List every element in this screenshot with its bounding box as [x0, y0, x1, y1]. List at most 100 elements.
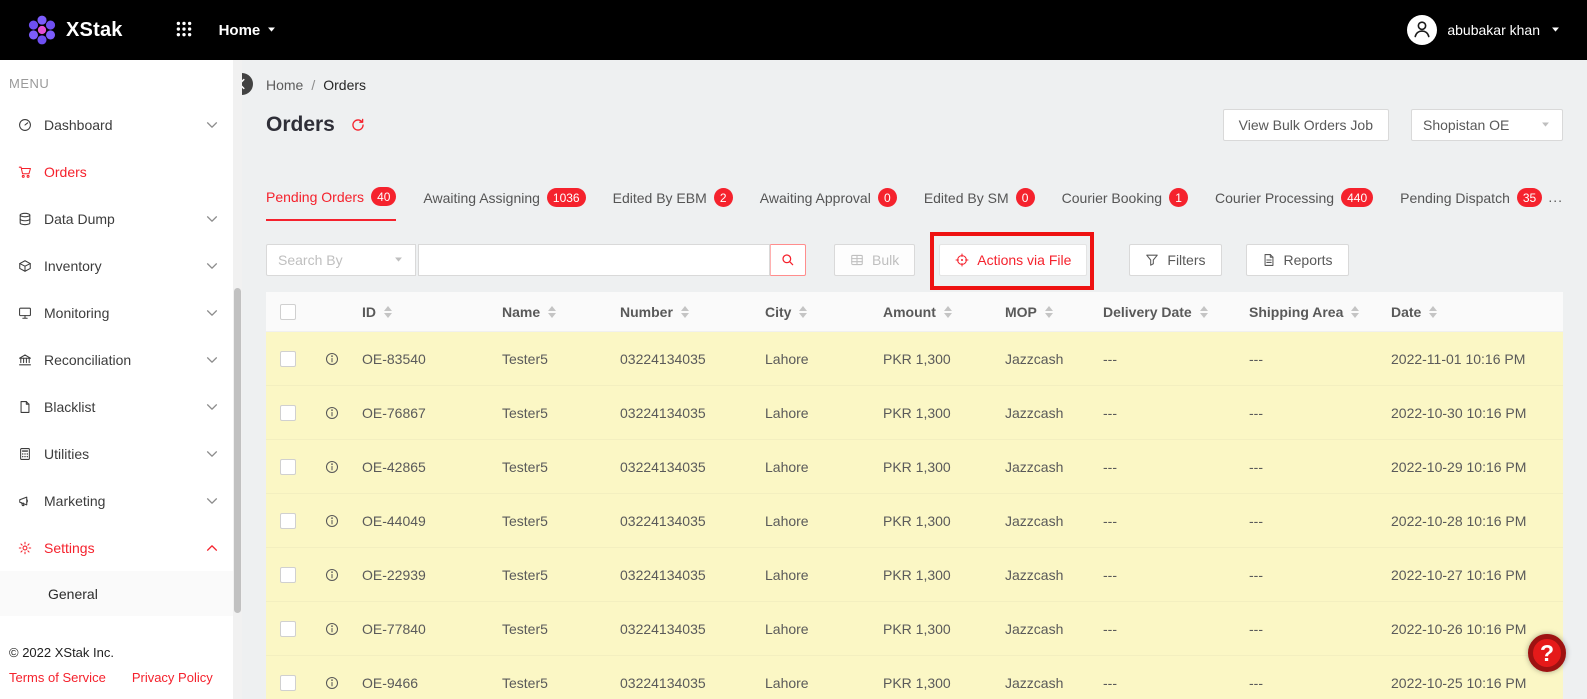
column-header-shipping-area[interactable]: Shipping Area: [1241, 304, 1383, 320]
sidebar-item-data-dump[interactable]: Data Dump: [0, 195, 233, 242]
table-row[interactable]: OE-44049 Tester5 03224134035 Lahore PKR …: [266, 494, 1563, 548]
cell-number: 03224134035: [612, 621, 757, 637]
sidebar-item-monitoring[interactable]: Monitoring: [0, 289, 233, 336]
privacy-policy-link[interactable]: Privacy Policy: [132, 670, 213, 685]
tab-courier-booking[interactable]: Courier Booking 1: [1062, 187, 1188, 221]
search-input[interactable]: [418, 244, 770, 276]
bulk-icon: [850, 253, 864, 267]
table-row[interactable]: OE-22939 Tester5 03224134035 Lahore PKR …: [266, 548, 1563, 602]
topnav-home[interactable]: Home: [219, 22, 278, 39]
info-icon[interactable]: [325, 514, 339, 528]
tab-awaiting-approval[interactable]: Awaiting Approval 0: [760, 187, 897, 221]
cell-shipping-area: ---: [1241, 351, 1383, 367]
view-bulk-orders-job-button[interactable]: View Bulk Orders Job: [1223, 109, 1389, 141]
row-checkbox[interactable]: [280, 675, 296, 691]
sidebar-item-settings[interactable]: Settings: [0, 524, 233, 571]
row-checkbox[interactable]: [280, 513, 296, 529]
table-row[interactable]: OE-76867 Tester5 03224134035 Lahore PKR …: [266, 386, 1563, 440]
row-checkbox[interactable]: [280, 459, 296, 475]
info-icon[interactable]: [325, 622, 339, 636]
column-header-city[interactable]: City: [757, 304, 875, 320]
store-selector[interactable]: Shopistan OE: [1411, 109, 1563, 141]
refresh-icon[interactable]: [351, 118, 365, 132]
tab-edited-by-ebm[interactable]: Edited By EBM 2: [613, 187, 733, 221]
bulk-button[interactable]: Bulk: [834, 244, 915, 276]
sidebar-item-icon: [18, 212, 32, 226]
store-selector-value: Shopistan OE: [1423, 117, 1509, 133]
sidebar-subitem-general[interactable]: General: [0, 571, 233, 616]
column-header-date[interactable]: Date: [1383, 304, 1563, 320]
column-header-name[interactable]: Name: [494, 304, 612, 320]
row-checkbox[interactable]: [280, 351, 296, 367]
chevron-icon: [205, 400, 219, 414]
actions-via-file-button[interactable]: Actions via File: [939, 244, 1087, 276]
user-menu[interactable]: abubakar khan: [1407, 15, 1561, 45]
cell-city: Lahore: [757, 459, 875, 475]
target-icon: [955, 253, 969, 267]
sidebar-item-utilities[interactable]: Utilities: [0, 430, 233, 477]
table-row[interactable]: OE-77840 Tester5 03224134035 Lahore PKR …: [266, 602, 1563, 656]
search-by-select[interactable]: Search By: [266, 244, 416, 276]
breadcrumb: Home / Orders: [266, 73, 1563, 97]
reports-button[interactable]: Reports: [1246, 244, 1349, 276]
tab-edited-by-sm[interactable]: Edited By SM 0: [924, 187, 1035, 221]
help-button[interactable]: ?: [1528, 634, 1566, 672]
info-icon[interactable]: [325, 568, 339, 582]
cell-shipping-area: ---: [1241, 675, 1383, 691]
info-icon[interactable]: [325, 460, 339, 474]
table-header-row: ID Name Number City Amount MOP Delivery …: [266, 292, 1563, 332]
sidebar-item-label: Data Dump: [44, 211, 193, 227]
info-icon[interactable]: [325, 406, 339, 420]
tab-label: Edited By SM: [924, 190, 1009, 206]
info-icon[interactable]: [325, 676, 339, 690]
row-checkbox[interactable]: [280, 621, 296, 637]
breadcrumb-home[interactable]: Home: [266, 77, 303, 93]
search-icon: [781, 253, 794, 266]
sidebar-item-label: Orders: [44, 164, 219, 180]
page-header: Orders View Bulk Orders Job Shopistan OE: [266, 107, 1563, 143]
scrollbar-thumb[interactable]: [234, 288, 241, 613]
row-checkbox[interactable]: [280, 405, 296, 421]
terms-of-service-link[interactable]: Terms of Service: [9, 670, 106, 685]
cell-number: 03224134035: [612, 351, 757, 367]
cell-id: OE-9466: [354, 675, 494, 691]
column-header-mop[interactable]: MOP: [997, 304, 1095, 320]
table-toolbar: Search By Bulk Actions via File: [266, 243, 1563, 277]
table-body: OE-83540 Tester5 03224134035 Lahore PKR …: [266, 332, 1563, 699]
cell-mop: Jazzcash: [997, 513, 1095, 529]
tab-courier-processing[interactable]: Courier Processing 440: [1215, 187, 1373, 221]
sidebar-submenu: General: [0, 571, 233, 616]
table-row[interactable]: OE-9466 Tester5 03224134035 Lahore PKR 1…: [266, 656, 1563, 699]
tab-pending-dispatch[interactable]: Pending Dispatch 35: [1400, 187, 1542, 221]
sidebar-item-dashboard[interactable]: Dashboard: [0, 101, 233, 148]
sidebar-item-marketing[interactable]: Marketing: [0, 477, 233, 524]
more-tabs-button[interactable]: ...: [1542, 189, 1563, 205]
search-button[interactable]: [770, 244, 806, 276]
tab-awaiting-assigning[interactable]: Awaiting Assigning 1036: [423, 187, 585, 221]
table-row[interactable]: OE-83540 Tester5 03224134035 Lahore PKR …: [266, 332, 1563, 386]
filters-button[interactable]: Filters: [1129, 244, 1221, 276]
row-checkbox[interactable]: [280, 567, 296, 583]
column-header-number[interactable]: Number: [612, 304, 757, 320]
sidebar-item-icon: [18, 118, 32, 132]
main-content: Home / Orders Orders View Bulk Orders Jo…: [242, 60, 1587, 699]
sidebar-item-orders[interactable]: Orders: [0, 148, 233, 195]
table-row[interactable]: OE-42865 Tester5 03224134035 Lahore PKR …: [266, 440, 1563, 494]
sidebar-scrollbar: [233, 60, 242, 699]
cell-id: OE-42865: [354, 459, 494, 475]
column-header-amount[interactable]: Amount: [875, 304, 997, 320]
cell-id: OE-22939: [354, 567, 494, 583]
collapse-sidebar-button[interactable]: [242, 73, 253, 95]
select-all-checkbox[interactable]: [280, 304, 296, 320]
tab-pending-orders[interactable]: Pending Orders 40: [266, 187, 396, 221]
info-icon[interactable]: [325, 352, 339, 366]
sidebar-item-blacklist[interactable]: Blacklist: [0, 383, 233, 430]
column-header-id[interactable]: ID: [354, 304, 494, 320]
sidebar-item-icon: [18, 306, 32, 320]
sidebar-item-reconciliation[interactable]: Reconciliation: [0, 336, 233, 383]
cell-name: Tester5: [494, 459, 612, 475]
column-header-delivery-date[interactable]: Delivery Date: [1095, 304, 1241, 320]
apps-grid-icon[interactable]: [175, 20, 193, 41]
sidebar-item-inventory[interactable]: Inventory: [0, 242, 233, 289]
xstak-logo[interactable]: XStak: [26, 14, 123, 46]
